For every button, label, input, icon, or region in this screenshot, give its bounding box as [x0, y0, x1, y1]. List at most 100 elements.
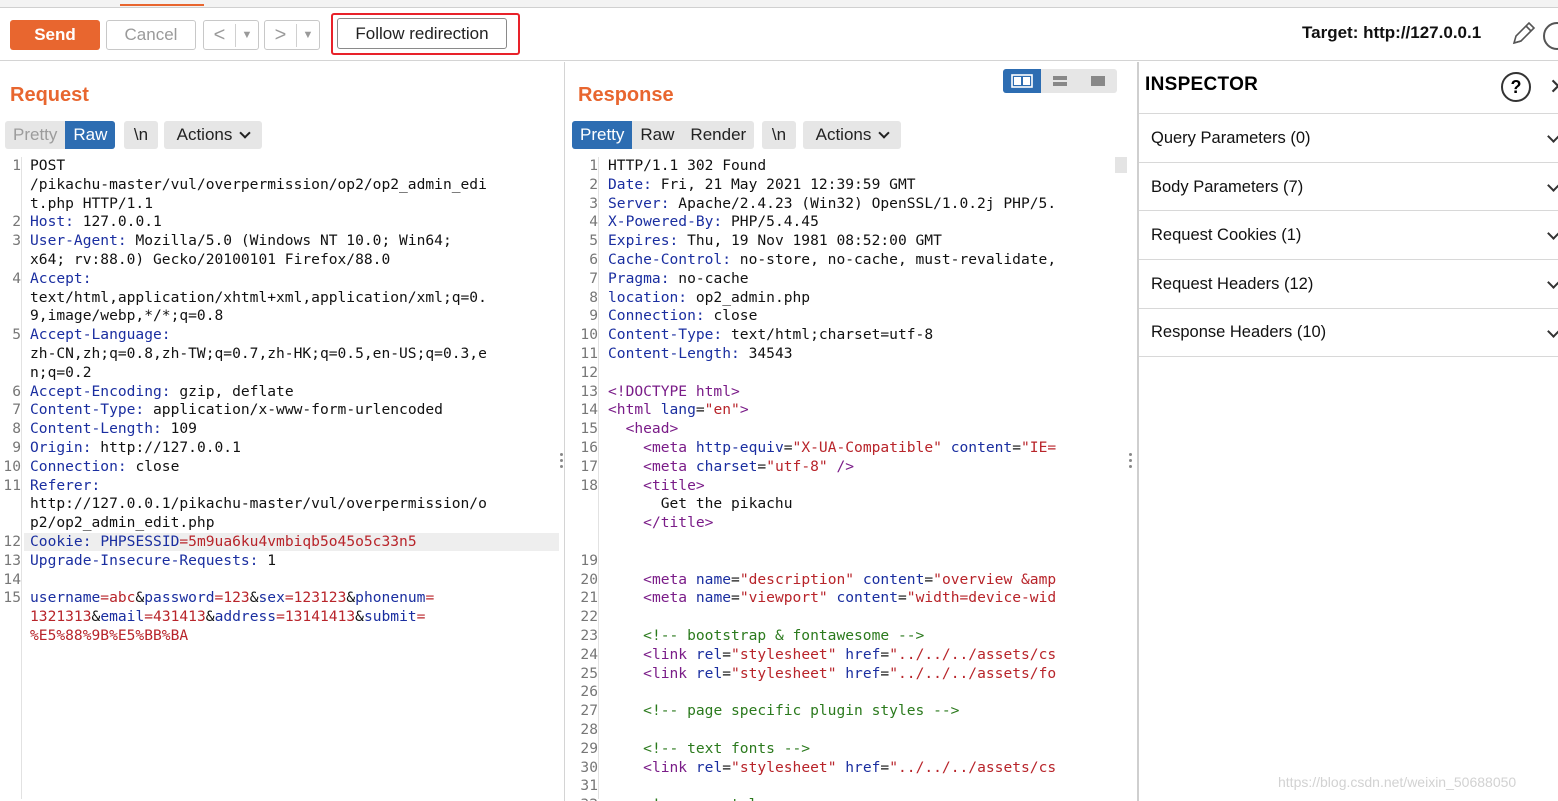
tab-render[interactable]: Render [682, 121, 754, 149]
code-line: n;q=0.2 [30, 364, 560, 383]
code-line: Get the pikachu [608, 495, 1114, 514]
request-line-numbers: 1 2 3 4 5 6 7 8 9 10 11 12 13 14 15 [0, 157, 22, 799]
header-name: Origin: [30, 438, 92, 456]
code-token: <html [608, 401, 652, 419]
edit-target-icon[interactable] [1508, 19, 1538, 49]
code-token: href [836, 664, 881, 682]
body-param-token: 1321313 [30, 608, 92, 626]
code-token: href [836, 645, 881, 663]
cancel-button[interactable]: Cancel [106, 20, 196, 50]
follow-redirection-button[interactable]: Follow redirection [337, 18, 507, 49]
response-scrollbar[interactable] [1115, 157, 1127, 173]
body-param-token: & [205, 608, 215, 626]
code-line: </title> [608, 514, 1114, 533]
body-param-token: username [30, 589, 101, 607]
code-token: "description" [739, 570, 855, 588]
request-resize-handle[interactable] [560, 453, 564, 471]
body-param-token: =123 [214, 589, 250, 607]
response-actions-menu[interactable]: Actions [803, 121, 901, 149]
code-token: </title> [643, 514, 714, 532]
help-icon[interactable] [1543, 22, 1558, 50]
section-query-parameters[interactable]: Query Parameters (0) [1139, 113, 1558, 162]
code-line: Content-Type: application/x-www-form-url… [30, 401, 560, 420]
request-view-tabs: Pretty Raw [5, 121, 116, 149]
tab-pretty[interactable]: Pretty [5, 121, 65, 149]
target-label[interactable]: Target: http://127.0.0.1 [1302, 23, 1481, 43]
code-token: <link [643, 645, 688, 663]
send-button[interactable]: Send [10, 20, 100, 50]
code-line: /pikachu-master/vul/overpermission/op2/o… [30, 176, 560, 195]
header-value: text/html,application/xhtml+xml,applicat… [30, 288, 487, 306]
newline-toggle[interactable]: \n [762, 121, 796, 149]
code-line: Content-Type: text/html;charset=utf-8 [608, 326, 1114, 345]
forward-dropdown-icon[interactable]: ▼ [297, 29, 319, 41]
request-editor[interactable]: POST/pikachu-master/vul/overpermission/o… [30, 157, 560, 646]
header-value: gzip, deflate [170, 382, 294, 400]
newline-toggle[interactable]: \n [124, 121, 158, 149]
history-back-button[interactable]: < ▼ [203, 20, 259, 50]
code-token: <link [643, 664, 688, 682]
code-line: Pragma: no-cache [608, 270, 1114, 289]
layout-stacked-icon[interactable] [1041, 69, 1079, 93]
body-param-token: submit [363, 608, 417, 626]
layout-tabs-icon[interactable] [1079, 69, 1117, 93]
code-token: Server: [608, 194, 670, 212]
code-token: <meta [643, 438, 688, 456]
back-dropdown-icon[interactable]: ▼ [236, 29, 258, 41]
code-line: t.php HTTP/1.1 [30, 195, 560, 214]
code-token: name [687, 570, 732, 588]
code-line: <!-- page specific plugin styles --> [608, 702, 1114, 721]
code-line: <!-- ace styles --> [608, 796, 1114, 801]
code-line: <!DOCTYPE html> [608, 383, 1114, 402]
help-icon[interactable]: ? [1501, 72, 1531, 102]
header-value: http://127.0.0.1 [91, 438, 241, 456]
chevron-down-icon [1547, 227, 1558, 240]
code-token: <!DOCTYPE html> [608, 382, 740, 400]
tab-raw[interactable]: Raw [65, 121, 116, 149]
section-request-headers[interactable]: Request Headers (12) [1139, 259, 1558, 308]
section-label: Request Headers (12) [1151, 274, 1314, 293]
actions-label: Actions [815, 125, 872, 144]
section-response-headers[interactable]: Response Headers (10) [1139, 308, 1558, 357]
code-line: Accept-Language: [30, 326, 560, 345]
code-line: <link rel="stylesheet" href="../../../as… [608, 646, 1114, 665]
header-value: zh-CN,zh;q=0.8,zh-TW;q=0.7,zh-HK;q=0.5,e… [30, 344, 487, 362]
code-line: location: op2_admin.php [608, 289, 1114, 308]
code-token: = [722, 645, 732, 663]
code-line: Referer: [30, 477, 560, 496]
response-resize-handle[interactable] [1129, 453, 1133, 471]
header-value [92, 533, 101, 550]
code-token: "utf-8" [766, 457, 828, 475]
tab-strip [0, 0, 1558, 8]
close-icon[interactable]: ✕ [1549, 74, 1558, 100]
code-line: Origin: http://127.0.0.1 [30, 439, 560, 458]
section-body-parameters[interactable]: Body Parameters (7) [1139, 162, 1558, 211]
layout-side-by-side-icon[interactable] [1003, 69, 1041, 93]
header-name: Referer: [30, 476, 101, 494]
section-request-cookies[interactable]: Request Cookies (1) [1139, 210, 1558, 259]
section-label: Request Cookies (1) [1151, 225, 1302, 244]
request-actions-menu[interactable]: Actions [164, 121, 262, 149]
code-token: <meta [643, 457, 688, 475]
code-token: <meta [643, 589, 688, 607]
code-token: <head> [625, 420, 679, 438]
header-name: Cookie: [30, 532, 92, 550]
code-token: content [854, 570, 925, 588]
code-token: "X-UA-Compatible" [792, 438, 942, 456]
history-forward-button[interactable]: > ▼ [264, 20, 320, 50]
response-editor[interactable]: HTTP/1.1 302 Found Date: Fri, 21 May 2021… [608, 157, 1114, 801]
tab-pretty[interactable]: Pretty [572, 121, 633, 149]
body-param-token: = [425, 589, 435, 607]
code-line: username=abc&password=123&sex=123123&pho… [30, 589, 560, 608]
header-name: Content-Type: [30, 401, 145, 419]
tab-raw[interactable]: Raw [632, 121, 682, 149]
code-token: "overview &amp [933, 570, 1057, 588]
code-line: Accept: [30, 270, 560, 289]
